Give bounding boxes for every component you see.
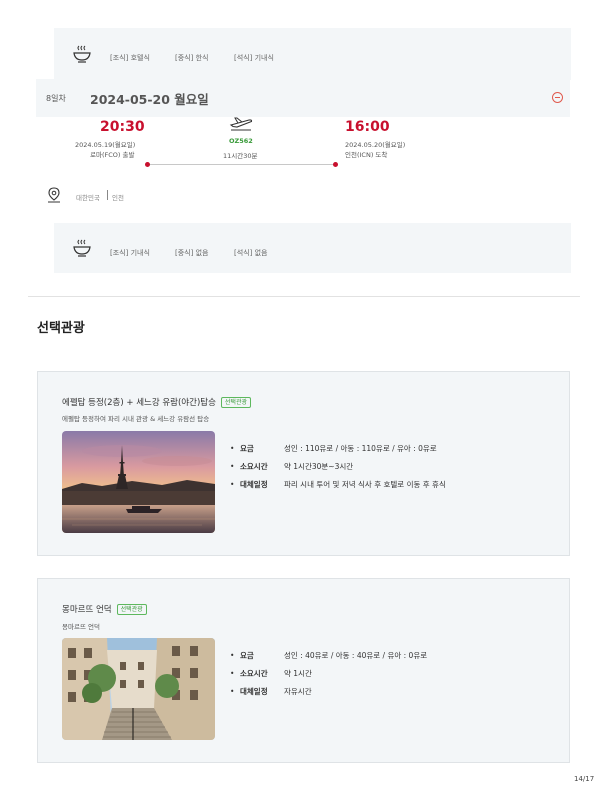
- tour-duration-value: 약 1시간: [284, 669, 312, 678]
- tour-duration-key: 소요시간: [240, 669, 268, 678]
- arrive-dot: [333, 162, 338, 167]
- optional-tour-badge: 선택관광: [116, 604, 147, 615]
- depart-dot: [145, 162, 150, 167]
- tour-alternative-value: 파리 시내 투어 및 저녁 식사 후 호텔로 이동 후 휴식: [284, 480, 446, 489]
- breakfast-text: [조식] 호텔식: [110, 54, 150, 62]
- tour-title: 에펠탑 등정(2층) + 세느강 유람(야간)탑승 선택관광: [62, 396, 251, 408]
- depart-time: 20:30: [100, 119, 145, 135]
- tour-fee-row: • 요금 성인 : 110유로 / 아동 : 110유로 / 유아 : 0유로: [230, 444, 437, 453]
- map-pin-icon: [48, 187, 60, 203]
- page-number: 14/17: [574, 775, 595, 783]
- tour-fee-key: 요금: [240, 444, 254, 453]
- arrive-date: 2024.05.20(월요일): [345, 141, 406, 149]
- tour-duration-row: • 소요시간 약 1시간: [230, 669, 312, 678]
- dinner-text: [석식] 기내식: [234, 54, 274, 62]
- arrive-place: 인천(ICN) 도착: [345, 151, 388, 159]
- montmartre-street-photo: [62, 638, 215, 740]
- tour-duration-row: • 소요시간 약 1시간30분~3시간: [230, 462, 354, 471]
- tour-alternative-row: • 대체일정 파리 시내 투어 및 저녁 식사 후 호텔로 이동 후 휴식: [230, 480, 446, 489]
- airplane-icon: [229, 117, 253, 131]
- tour-description: 에펠탑 등정하여 파리 시내 관광 & 세느강 유람선 탑승: [62, 415, 210, 423]
- tour-title-text: 몽마르뜨 언덕: [62, 605, 112, 615]
- lunch-text: [중식] 한식: [175, 54, 209, 62]
- flight-route-line: [147, 164, 335, 165]
- section-title: 선택관광: [37, 321, 85, 336]
- tour-duration-key: 소요시간: [240, 462, 268, 471]
- meal-bowl-icon: [73, 45, 91, 63]
- day-header[interactable]: 8일차 2024-05-20 월요일: [36, 79, 570, 117]
- flight-duration: 11시간30분: [223, 152, 258, 160]
- tour-card: 에펠탑 등정(2층) + 세느강 유람(야간)탑승 선택관광 에펠탑 등정하여 파…: [37, 371, 570, 556]
- dinner-text: [석식] 없음: [234, 249, 268, 257]
- meal-bar-bottom: [조식] 기내식 [중식] 없음 [석식] 없음: [54, 223, 571, 273]
- tour-alternative-key: 대체일정: [240, 687, 268, 696]
- optional-tour-badge: 선택관광: [220, 397, 251, 408]
- day-date: 2024-05-20 월요일: [90, 92, 209, 107]
- minus-circle-icon[interactable]: [552, 92, 563, 103]
- eiffel-tower-sunset-photo: [62, 431, 215, 533]
- depart-place: 로마(FCO) 출발: [90, 151, 135, 159]
- meal-bowl-icon: [73, 239, 91, 257]
- tour-duration-value: 약 1시간30분~3시간: [284, 462, 354, 471]
- lunch-text: [중식] 없음: [175, 249, 209, 257]
- tour-fee-key: 요금: [240, 651, 254, 660]
- tour-card: 몽마르뜨 언덕 선택관광 몽마르뜨 언덕 • 요금 성인: 40유로 / 아동…: [37, 578, 570, 763]
- location-separator: [107, 190, 108, 200]
- depart-date: 2024.05.19(월요일): [75, 141, 136, 149]
- tour-fee-row: • 요금 성인 : 40유로 / 아동 : 40유로 / 유아 : 0유로: [230, 651, 428, 660]
- day-label: 8일차: [46, 94, 66, 103]
- arrive-time: 16:00: [345, 119, 390, 135]
- tour-fee-value: 성인 : 40유로 / 아동 : 40유로 / 유아 : 0유로: [284, 651, 428, 660]
- tour-alternative-row: • 대체일정 자유시간: [230, 687, 312, 696]
- tour-title-text: 에펠탑 등정(2층) + 세느강 유람(야간)탑승: [62, 398, 216, 408]
- tour-description: 몽마르뜨 언덕: [62, 623, 100, 631]
- section-divider: [28, 296, 580, 297]
- flight-number: OZ562: [229, 137, 253, 145]
- location-city: 인천: [112, 194, 124, 202]
- tour-title: 몽마르뜨 언덕 선택관광: [62, 603, 147, 615]
- meal-bar-top: [조식] 호텔식 [중식] 한식 [석식] 기내식: [54, 28, 571, 80]
- tour-fee-value: 성인 : 110유로 / 아동 : 110유로 / 유아 : 0유로: [284, 444, 437, 453]
- breakfast-text: [조식] 기내식: [110, 249, 150, 257]
- location-country: 대한민국: [76, 194, 100, 202]
- tour-alternative-value: 자유시간: [284, 687, 312, 696]
- tour-alternative-key: 대체일정: [240, 480, 268, 489]
